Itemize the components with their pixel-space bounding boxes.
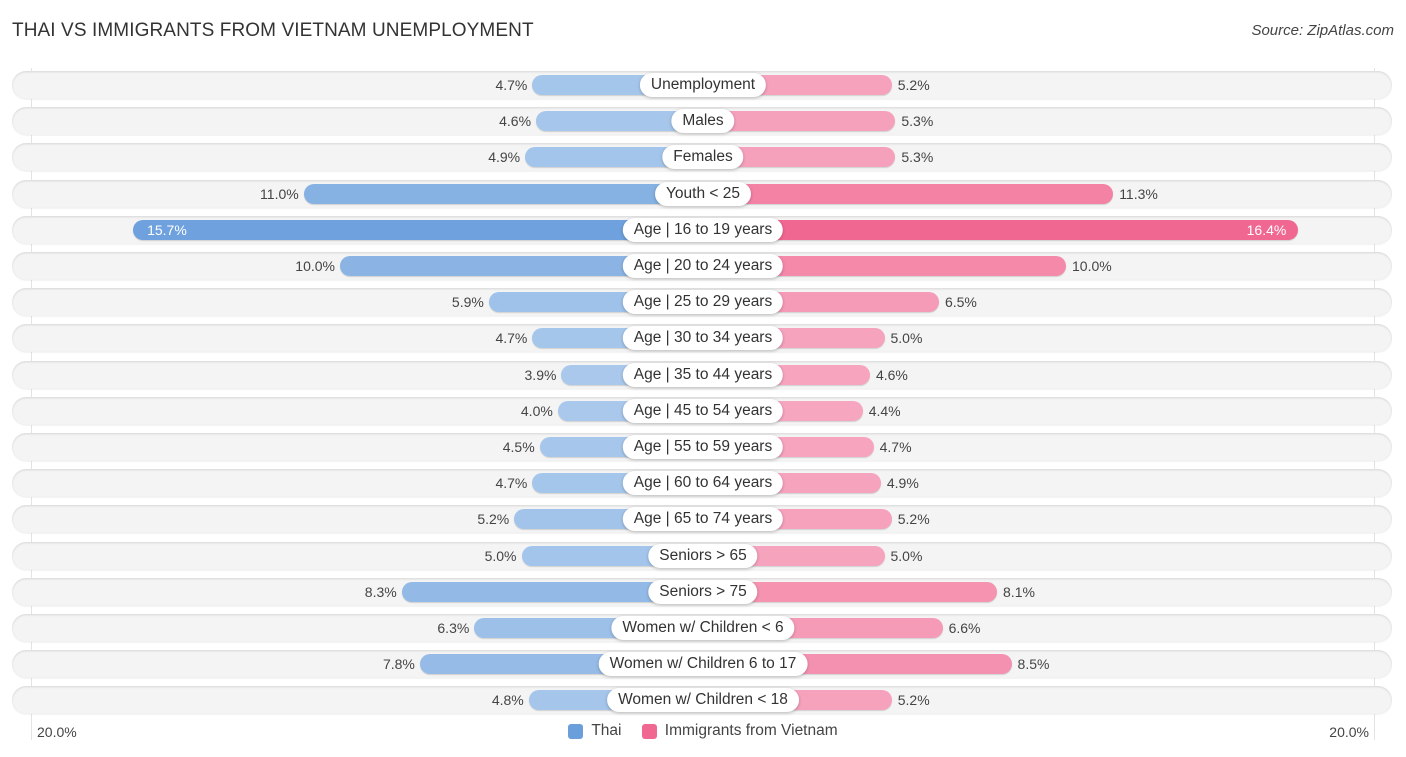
category-label: Age | 30 to 34 years — [622, 326, 784, 350]
chart-rows: 4.7% 5.2% Unemployment 4.6% 5.3% Males 4.9% 5.3… — [0, 0, 1406, 757]
value-label-thai: 11.0% — [260, 186, 299, 202]
value-label-vietnam: 5.2% — [897, 692, 930, 708]
value-label-vietnam: 8.1% — [1003, 584, 1035, 600]
legend-item-vietnam[interactable]: Immigrants from Vietnam — [641, 722, 838, 740]
value-label-thai: 4.7% — [495, 330, 528, 346]
value-label-thai: 5.0% — [484, 548, 517, 564]
value-label-thai: 4.6% — [499, 113, 532, 129]
category-label: Unemployment — [639, 73, 767, 97]
legend-swatch-vietnam — [641, 723, 657, 739]
category-label: Seniors > 75 — [648, 580, 758, 604]
value-label-vietnam: 10.0% — [1072, 258, 1112, 274]
legend: Thai Immigrants from Vietnam — [0, 722, 1406, 744]
value-label-vietnam: 8.5% — [1017, 656, 1050, 672]
value-label-vietnam: 4.9% — [886, 475, 919, 491]
category-label: Age | 16 to 19 years — [622, 218, 784, 242]
value-label-vietnam: 11.3% — [1119, 186, 1158, 202]
value-label-thai: 10.0% — [295, 258, 335, 274]
value-label-vietnam: 6.6% — [948, 620, 981, 636]
bar-vietnam[interactable] — [703, 220, 1299, 240]
category-label: Females — [662, 145, 744, 169]
value-label-thai: 4.5% — [502, 439, 535, 455]
value-label-vietnam: 5.3% — [901, 149, 934, 165]
value-label-thai: 6.3% — [437, 620, 470, 636]
category-label: Age | 60 to 64 years — [622, 471, 784, 495]
category-label: Males — [671, 109, 735, 133]
legend-item-thai[interactable]: Thai — [568, 722, 621, 740]
legend-swatch-thai — [568, 723, 584, 739]
category-label: Age | 25 to 29 years — [622, 290, 784, 314]
value-label-thai: 4.7% — [495, 475, 528, 491]
value-label-vietnam: 5.0% — [890, 548, 923, 564]
category-label: Women w/ Children < 6 — [611, 616, 795, 640]
category-label: Seniors > 65 — [648, 544, 758, 568]
bar-vietnam[interactable] — [703, 184, 1114, 204]
legend-label-thai: Thai — [591, 722, 622, 739]
legend-label-vietnam: Immigrants from Vietnam — [664, 722, 838, 739]
value-label-thai: 5.9% — [451, 294, 484, 310]
value-label-vietnam: 4.4% — [868, 403, 901, 419]
value-label-vietnam: 6.5% — [944, 294, 977, 310]
value-label-thai: 4.8% — [491, 692, 524, 708]
value-label-thai: 7.8% — [382, 656, 415, 672]
category-label: Age | 35 to 44 years — [622, 363, 784, 387]
category-label: Age | 45 to 54 years — [622, 399, 784, 423]
value-label-thai: 5.2% — [477, 511, 510, 527]
category-label: Age | 55 to 59 years — [622, 435, 784, 459]
value-label-vietnam: 5.3% — [901, 113, 934, 129]
category-label: Age | 65 to 74 years — [622, 507, 784, 531]
value-label-vietnam: 4.7% — [879, 439, 912, 455]
bar-thai[interactable] — [303, 184, 703, 204]
category-label: Youth < 25 — [655, 182, 751, 206]
value-label-thai: 8.3% — [364, 584, 397, 600]
category-label: Women w/ Children 6 to 17 — [598, 652, 808, 676]
value-label-vietnam: 16.4% — [1246, 222, 1287, 238]
category-label: Women w/ Children < 18 — [607, 688, 799, 712]
value-label-thai: 4.7% — [495, 77, 528, 93]
value-label-thai: 3.9% — [524, 367, 557, 383]
value-label-thai: 4.9% — [488, 149, 521, 165]
value-label-vietnam: 4.6% — [875, 367, 908, 383]
value-label-thai: 15.7% — [147, 222, 187, 238]
value-label-thai: 4.0% — [520, 403, 553, 419]
bar-thai[interactable] — [133, 220, 703, 240]
value-label-vietnam: 5.2% — [897, 77, 930, 93]
value-label-vietnam: 5.0% — [890, 330, 923, 346]
category-label: Age | 20 to 24 years — [622, 254, 784, 278]
value-label-vietnam: 5.2% — [897, 511, 930, 527]
